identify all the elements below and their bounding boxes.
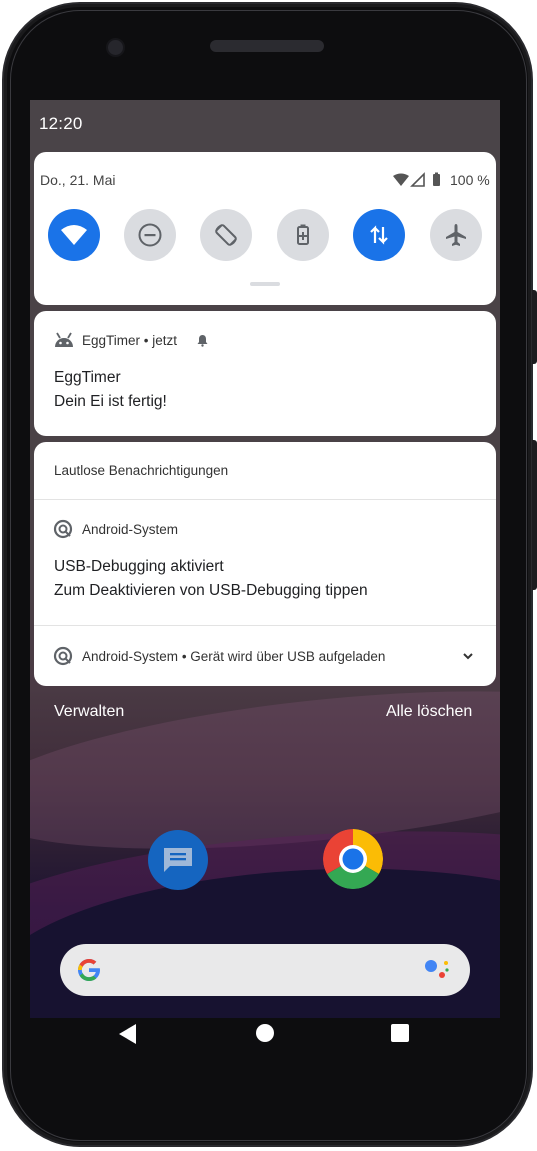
alerting-bell-icon xyxy=(197,335,208,347)
recents-icon[interactable] xyxy=(391,1024,409,1042)
mobile-data-tile[interactable] xyxy=(353,209,405,261)
clear-all-button[interactable]: Alle löschen xyxy=(386,703,472,721)
do-not-disturb-icon xyxy=(138,223,162,247)
android-system-icon xyxy=(53,519,73,539)
messages-icon xyxy=(164,848,192,872)
android-app-icon xyxy=(55,332,73,347)
notification-title: EggTimer xyxy=(54,369,121,386)
back-icon[interactable] xyxy=(118,1023,138,1045)
messages-app[interactable] xyxy=(148,830,208,890)
chevron-down-icon[interactable] xyxy=(462,652,474,661)
notification-text: Dein Ei ist fertig! xyxy=(54,393,167,410)
android-system-icon xyxy=(53,646,73,666)
google-g-icon xyxy=(78,959,100,981)
mobile-data-icon xyxy=(370,225,388,245)
section-divider xyxy=(34,499,496,500)
status-icons xyxy=(393,172,440,187)
auto-rotate-icon xyxy=(215,224,237,246)
battery-status-icon xyxy=(433,174,440,186)
notification-summary: Gerät wird über USB aufgeladen xyxy=(190,649,386,664)
notification-app-name: EggTimer xyxy=(82,333,141,348)
power-button xyxy=(532,290,537,364)
front-camera xyxy=(106,38,125,57)
notification-app-name: Android-System xyxy=(82,649,179,664)
notification-app-name: Android-System xyxy=(82,522,179,537)
google-assistant-icon[interactable] xyxy=(422,955,452,985)
notification-time: jetzt xyxy=(152,333,178,348)
battery-saver-tile[interactable] xyxy=(277,209,329,261)
notification-title: USB-Debugging aktiviert xyxy=(54,558,224,575)
earpiece-speaker xyxy=(210,40,324,52)
battery-percentage: 100 % xyxy=(450,172,490,188)
cell-signal-icon xyxy=(410,172,425,187)
silent-section-header: Lautlose Benachrichtigungen xyxy=(54,463,229,478)
wifi-status-icon xyxy=(393,173,409,186)
battery-saver-icon xyxy=(297,224,309,245)
notification-header: EggTimer • jetzt xyxy=(82,333,177,348)
notification-header: Android-System • Gerät wird über USB auf… xyxy=(82,649,385,664)
separator-dot: • xyxy=(143,333,153,348)
chrome-app-icon[interactable] xyxy=(323,829,383,889)
qs-expand-handle[interactable] xyxy=(250,282,280,286)
manage-button[interactable]: Verwalten xyxy=(54,703,124,721)
qs-date[interactable]: Do., 21. Mai xyxy=(40,172,115,188)
status-bar-clock: 12:20 xyxy=(39,114,83,133)
airplane-mode-icon xyxy=(446,224,466,246)
airplane-mode-tile[interactable] xyxy=(430,209,482,261)
google-search-bar[interactable] xyxy=(60,944,470,996)
wifi-icon xyxy=(61,225,87,245)
notification-text: Zum Deaktivieren von USB-Debugging tippe… xyxy=(54,582,368,599)
do-not-disturb-tile[interactable] xyxy=(124,209,176,261)
wifi-tile[interactable] xyxy=(48,209,100,261)
home-icon[interactable] xyxy=(256,1024,274,1042)
volume-button xyxy=(532,440,537,590)
auto-rotate-tile[interactable] xyxy=(200,209,252,261)
